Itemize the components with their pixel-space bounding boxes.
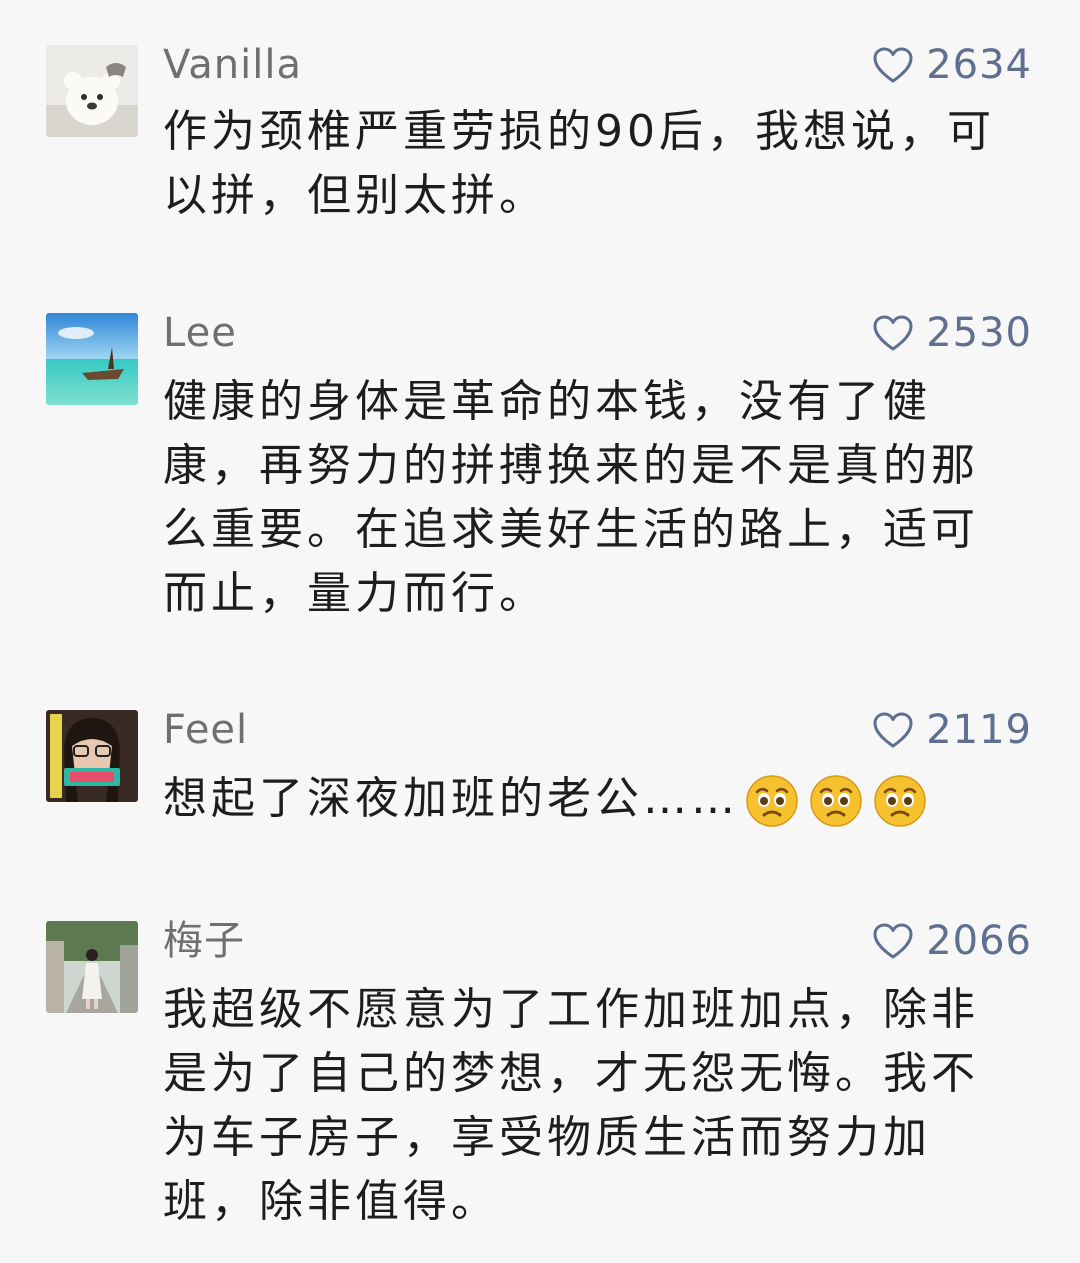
avatar-image [46,921,138,1013]
pleading-face-icon [746,775,798,827]
like-count: 2119 [926,707,1032,753]
comment-item: Lee 2530 健康的身体是革命的本钱，没有了健康，再努力的拼搏换来的是不是真… [0,260,1080,690]
like-button[interactable]: 2530 [872,309,1032,357]
avatar[interactable] [46,921,138,1013]
username[interactable]: Vanilla [163,41,302,89]
comment-text: 作为颈椎严重劳损的90后，我想说，可以拼，但别太拼。 [163,106,995,221]
emoji-row [745,774,927,828]
pleading-face-icon [874,775,926,827]
like-count: 2066 [926,918,1032,964]
heart-icon [873,315,913,351]
like-count: 2634 [926,42,1032,88]
like-button[interactable]: 2634 [872,41,1032,89]
avatar-image [46,45,138,137]
comment-text: 健康的身体是革命的本钱，没有了健康，再努力的拼搏换来的是不是真的那么重要。在追求… [163,376,979,619]
like-button[interactable]: 2119 [872,706,1032,754]
avatar[interactable] [46,710,138,802]
avatar-image [46,313,138,405]
heart-icon [873,923,913,959]
username[interactable]: Lee [163,309,237,357]
heart-icon [873,712,913,748]
username[interactable]: Feel [163,706,248,754]
avatar-image [46,710,138,802]
pleading-face-icon [810,775,862,827]
heart-icon [873,47,913,83]
comment-item: Feel 2119 想起了深夜加班的老公…… [0,690,1080,910]
comment-text: 想起了深夜加班的老公…… [163,773,739,824]
comment-text: 我超级不愿意为了工作加班加点，除非是为了自己的梦想，才无怨无悔。我不为车子房子，… [163,984,979,1227]
like-count: 2530 [926,310,1032,356]
comment-item: Vanilla 2634 作为颈椎严重劳损的90后，我想说，可以拼，但别太拼。 [0,0,1080,260]
comment-item: 梅子 2066 我超级不愿意为了工作加班加点，除非是为了自己的梦想，才无怨无悔。… [0,910,1080,1263]
comment-text-row: 想起了深夜加班的老公…… [163,767,998,831]
avatar[interactable] [46,45,138,137]
like-button[interactable]: 2066 [872,917,1032,965]
avatar[interactable] [46,313,138,405]
username[interactable]: 梅子 [163,917,245,965]
